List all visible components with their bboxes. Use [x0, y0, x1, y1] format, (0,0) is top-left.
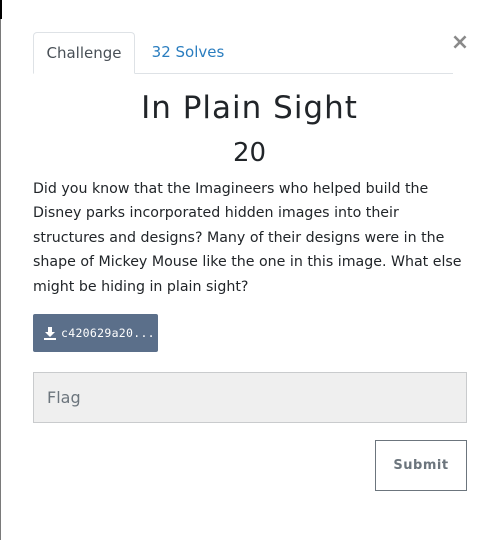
submit-button[interactable]: Submit — [375, 440, 467, 491]
flag-input[interactable] — [33, 372, 467, 423]
tab-challenge[interactable]: Challenge — [33, 32, 135, 74]
tab-bar: Challenge 32 Solves — [33, 32, 453, 74]
challenge-points: 20 — [232, 138, 267, 168]
challenge-modal: × Challenge 32 Solves In Plain Sight 20 … — [0, 0, 499, 540]
window-edge-mark — [0, 0, 2, 19]
download-file-button[interactable]: c420629a20... — [33, 314, 158, 352]
challenge-title: In Plain Sight — [141, 90, 358, 126]
download-file-name: c420629a20... — [61, 326, 155, 340]
challenge-description: Did you know that the Imagineers who hel… — [33, 181, 462, 295]
download-icon — [44, 327, 56, 340]
tab-solves[interactable]: 32 Solves — [142, 32, 234, 73]
close-icon[interactable]: × — [450, 31, 470, 55]
